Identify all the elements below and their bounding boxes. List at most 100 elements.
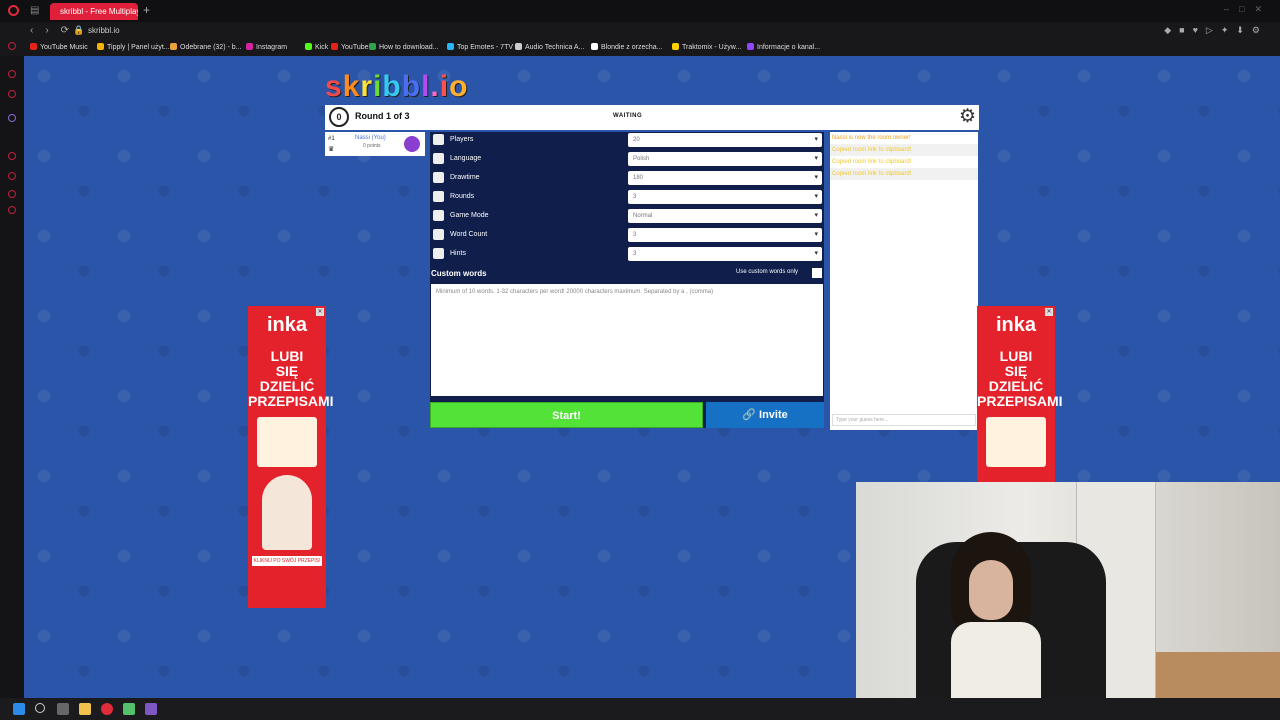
ad-product-image [986, 417, 1046, 467]
ad-banner-left[interactable]: ✕ inka LUBI SIĘ DZIELIĆ PRZEPISAMI KLIKNIJ… [248, 306, 334, 608]
bookmark-item[interactable]: Odebrane (32) - b... [170, 43, 241, 51]
lock-icon[interactable]: 🔒 [73, 25, 84, 36]
setting-select[interactable]: 180 [628, 171, 822, 185]
bookmark-favicon-icon [30, 43, 37, 50]
ad-headline: LUBI SIĘ DZIELIĆ PRZEPISAMI [977, 348, 1063, 409]
bookmarks-bar: YouTube Music Tipply | Panel użyt... Odebr… [0, 40, 1280, 56]
window-controls[interactable]: –□✕ [1224, 4, 1272, 15]
sidebar-icon[interactable] [8, 190, 16, 198]
sidebar-icon[interactable] [8, 172, 16, 180]
bookmark-item[interactable]: Kick [305, 43, 328, 51]
sidebar-icon[interactable] [8, 152, 16, 160]
ad-product-image [257, 417, 317, 467]
invite-button[interactable]: 🔗 Invite [706, 402, 824, 428]
bookmark-item[interactable]: Audio Technica A... [515, 43, 584, 51]
bookmark-favicon-icon [97, 43, 104, 50]
lobby-settings-panel: Players 20 Language Polish Drawtime 180 Rounds… [430, 132, 824, 428]
bookmark-favicon-icon [515, 43, 522, 50]
tab-skribbl[interactable]: skribbl - Free Multiplayer [50, 3, 138, 20]
logo-letter: b [382, 70, 402, 103]
settings-gear-icon[interactable]: ⚙ [959, 107, 976, 127]
ad-banner-right[interactable]: ✕ inka LUBI SIĘ DZIELIĆ PRZEPISAMI [977, 306, 1063, 482]
setting-row-word-count: Word Count 3 [430, 227, 824, 244]
sidebar-icon[interactable] [8, 42, 16, 50]
chat-message: Copied room link to clipboard! [830, 156, 978, 168]
setting-icon [433, 248, 444, 259]
new-tab-button[interactable]: + [143, 3, 150, 17]
setting-select[interactable]: Polish [628, 152, 822, 166]
custom-words-textarea[interactable]: Minimum of 10 words. 1-32 characters per… [431, 284, 823, 396]
logo-letter: i [373, 70, 383, 103]
custom-words-only-checkbox[interactable] [812, 268, 822, 278]
logo-letter: o [449, 70, 469, 103]
chat-message: Copied room link to clipboard! [830, 168, 978, 180]
sidebar-icon[interactable] [8, 90, 16, 98]
setting-row-game-mode: Game Mode Normal [430, 208, 824, 225]
bookmark-label: How to download... [379, 44, 439, 51]
url-field[interactable]: skribbl.io [88, 26, 120, 35]
bookmark-label: Audio Technica A... [525, 44, 585, 51]
setting-label: Word Count [450, 231, 488, 238]
logo-letter: r [360, 70, 374, 103]
custom-words-label: Custom words [431, 269, 487, 278]
custom-words-only-label: Use custom words only [736, 269, 799, 275]
opera-sidebar [0, 42, 24, 698]
sidebar-icon[interactable] [8, 114, 16, 122]
address-bar: ‹›⟳ 🔒 skribbl.io ◆■♥▷✦⬇⚙ [0, 22, 1280, 40]
setting-select[interactable]: Normal [628, 209, 822, 223]
bookmark-item[interactable]: Top Emotes - 7TV [447, 43, 513, 51]
setting-label: Players [450, 136, 474, 143]
bookmark-label: YouTube Music [40, 44, 88, 51]
opera-gx-icon[interactable] [101, 703, 113, 715]
setting-label: Drawtime [450, 174, 480, 181]
setting-select[interactable]: 3 [628, 247, 822, 261]
opera-logo-icon[interactable] [8, 5, 19, 16]
logo-letter: s [325, 70, 343, 103]
bookmark-item[interactable]: YouTube Music [30, 43, 88, 51]
tab-menu-icon[interactable]: ▤ [30, 5, 39, 16]
round-indicator: Round 1 of 3 [355, 111, 410, 121]
bookmark-favicon-icon [672, 43, 679, 50]
webcam-background [1156, 652, 1280, 698]
sidebar-icon[interactable] [8, 70, 16, 78]
bookmark-item[interactable]: How to download... [369, 43, 439, 51]
webcam-body [951, 622, 1041, 698]
setting-icon [433, 210, 444, 221]
bookmark-item[interactable]: YouTube [331, 43, 369, 51]
bookmark-item[interactable]: Instagram [246, 43, 287, 51]
link-icon: 🔗 [742, 409, 760, 421]
setting-select[interactable]: 3 [628, 228, 822, 242]
bookmark-label: Blondie z orzecha... [601, 44, 663, 51]
file-explorer-icon[interactable] [79, 703, 91, 715]
extension-icons[interactable]: ◆■♥▷✦⬇⚙ [1164, 25, 1268, 36]
ad-cta[interactable]: KLIKNIJ PO SWÓJ PRZEPIS! [252, 556, 322, 566]
timer-clock-icon: 0 [329, 107, 349, 127]
webcam-face [969, 560, 1013, 620]
setting-select[interactable]: 3 [628, 190, 822, 204]
task-view-icon[interactable] [57, 703, 69, 715]
setting-label: Game Mode [450, 212, 489, 219]
chat-message: Copied room link to clipboard! [830, 144, 978, 156]
start-button[interactable]: Start! [430, 402, 703, 428]
setting-label: Language [450, 155, 482, 162]
chat-input[interactable]: Type your guess here... [832, 414, 976, 426]
bookmark-item[interactable]: Informacje o kanal... [747, 43, 820, 51]
discord-icon[interactable] [145, 703, 157, 715]
app-icon[interactable] [123, 703, 135, 715]
bookmark-item[interactable]: Tipply | Panel użyt... [97, 43, 170, 51]
windows-start-icon[interactable] [13, 703, 25, 715]
ad-close-icon[interactable]: ✕ [1045, 308, 1053, 316]
ad-close-icon[interactable]: ✕ [316, 308, 324, 316]
setting-select[interactable]: 20 [628, 133, 822, 147]
game-status: WAITING [613, 113, 643, 119]
sidebar-icon[interactable] [8, 206, 16, 214]
bookmark-favicon-icon [591, 43, 598, 50]
setting-icon [433, 229, 444, 240]
bookmark-label: Top Emotes - 7TV [457, 44, 514, 51]
search-icon[interactable] [35, 703, 45, 713]
bookmark-label: Odebrane (32) - b... [180, 44, 242, 51]
bookmark-label: Informacje o kanal... [757, 44, 821, 51]
setting-row-hints: Hints 3 [430, 246, 824, 263]
bookmark-item[interactable]: Traktomix - Używ... [672, 43, 741, 51]
bookmark-item[interactable]: Blondie z orzecha... [591, 43, 662, 51]
